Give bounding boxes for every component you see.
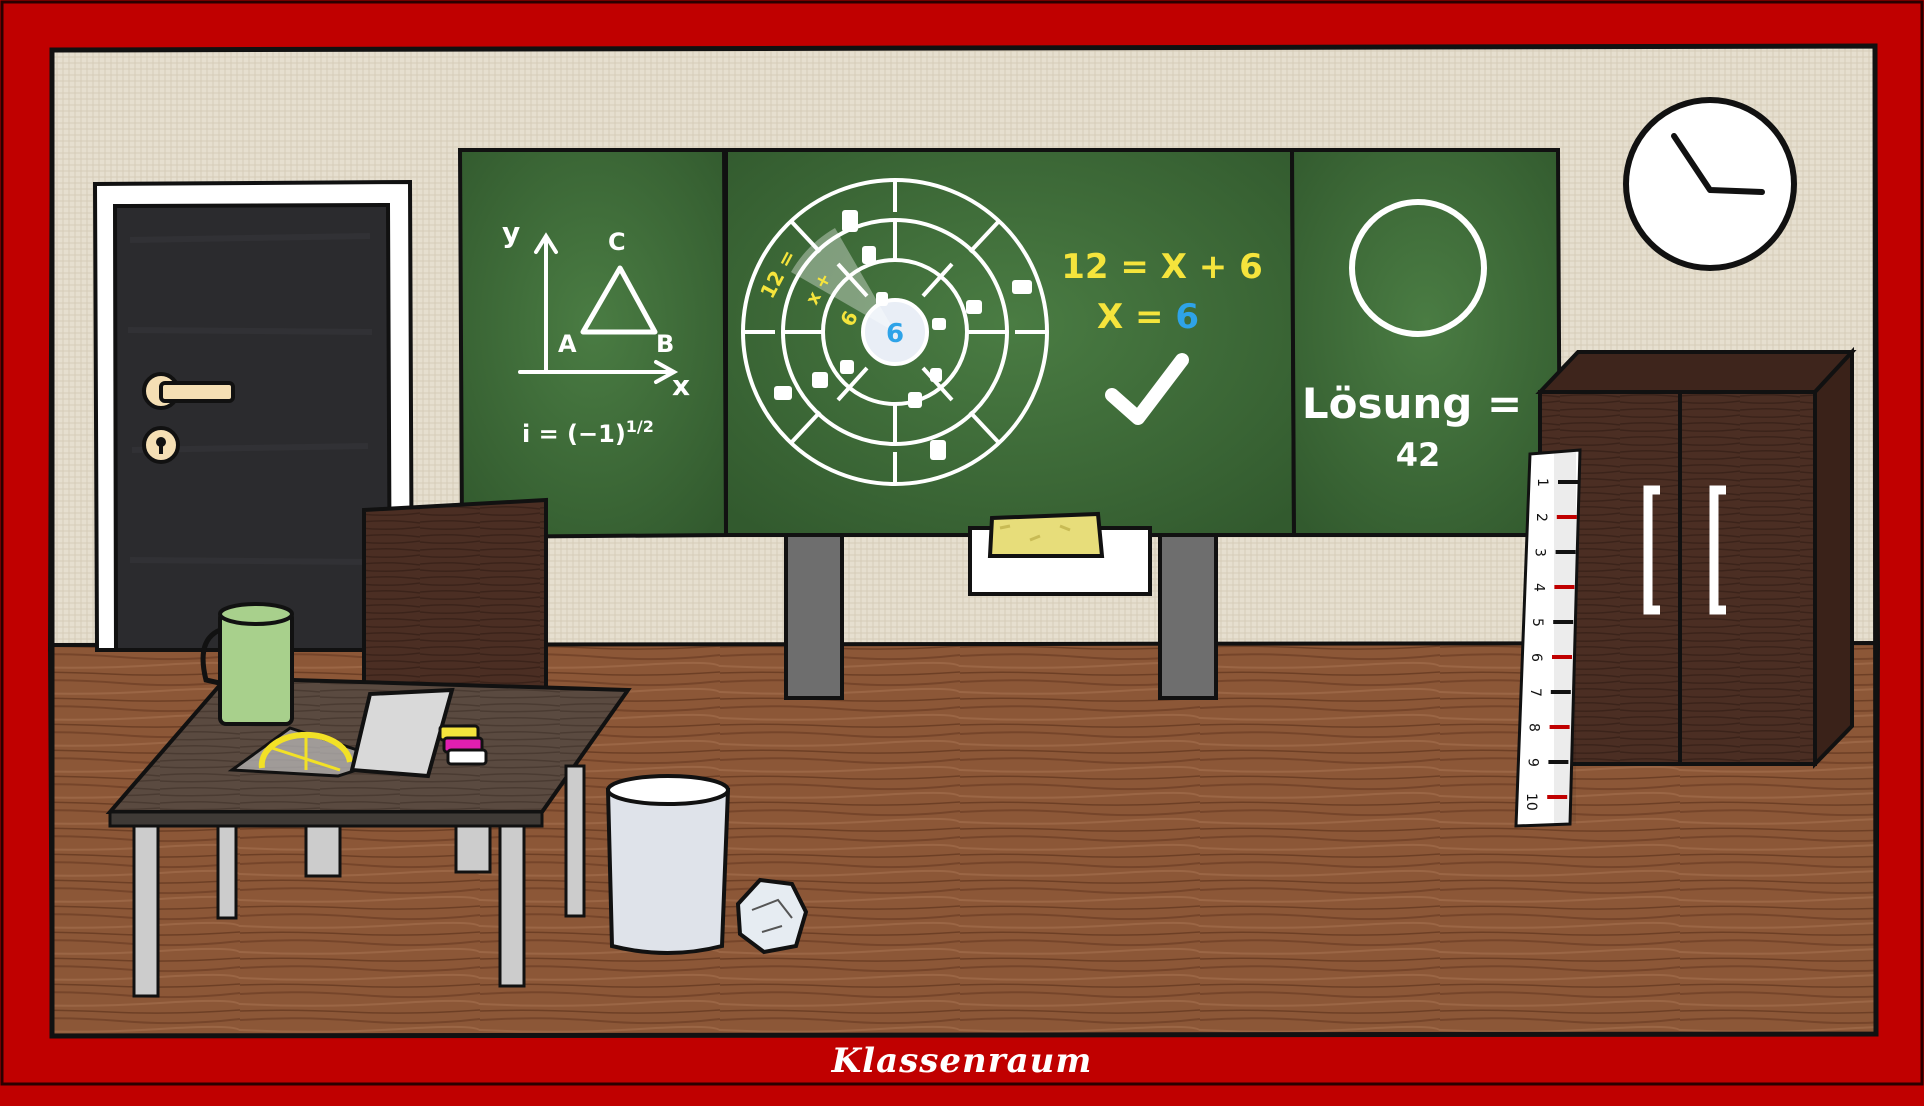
vertex-a-label: A — [558, 330, 577, 358]
axis-y-label: y — [502, 216, 520, 249]
ruler-number: 4 — [1530, 583, 1546, 592]
cabinet[interactable] — [1535, 346, 1857, 769]
chalk-tray[interactable] — [968, 511, 1152, 596]
trash-bin[interactable] — [605, 774, 731, 955]
formula-exponent: 1/2 — [626, 417, 654, 436]
middle-chalkboard[interactable]: 6 12 = x + 6 12 = X + 6 X = 6 — [724, 148, 1297, 537]
ruler-number: 8 — [1526, 723, 1542, 732]
equation-line-2: X = 6 — [1097, 297, 1199, 337]
right-chalkboard[interactable]: Lösung = 42 — [1289, 148, 1563, 537]
chair[interactable] — [362, 497, 548, 692]
sponge[interactable] — [987, 511, 1105, 558]
wheel-center-value[interactable]: 6 — [886, 319, 904, 349]
room-title: Klassenraum — [831, 1041, 1093, 1081]
ruler-number: 9 — [1524, 758, 1540, 767]
ruler-number: 2 — [1533, 513, 1549, 522]
ruler-number: 1 — [1534, 478, 1550, 487]
ruler-number: 3 — [1532, 548, 1548, 557]
keyhole-icon[interactable] — [142, 426, 180, 464]
vertex-b-label: B — [656, 330, 674, 358]
axis-x-label: x — [672, 369, 690, 402]
solution-value: 42 — [1396, 436, 1441, 474]
cabinet-door-right[interactable] — [1678, 390, 1817, 766]
ruler-number: 6 — [1528, 653, 1544, 662]
equation-answer: 6 — [1175, 297, 1199, 337]
crumpled-paper[interactable] — [735, 877, 809, 955]
ruler-number: 5 — [1529, 618, 1545, 627]
chalk-pieces[interactable] — [438, 724, 488, 766]
classroom-scene: y x A B C i = (−1)1/2 6 12 = x + 6 12 = … — [0, 0, 1924, 1106]
solution-label: Lösung = — [1302, 379, 1522, 428]
ruler-number: 10 — [1523, 793, 1539, 811]
left-chalkboard[interactable]: y x A B C i = (−1)1/2 — [457, 148, 729, 540]
wall-clock[interactable] — [1623, 97, 1797, 271]
ruler-number: 7 — [1527, 688, 1543, 697]
equation-line-1: 12 = X + 6 — [1061, 247, 1263, 287]
vertex-c-label: C — [608, 228, 626, 256]
